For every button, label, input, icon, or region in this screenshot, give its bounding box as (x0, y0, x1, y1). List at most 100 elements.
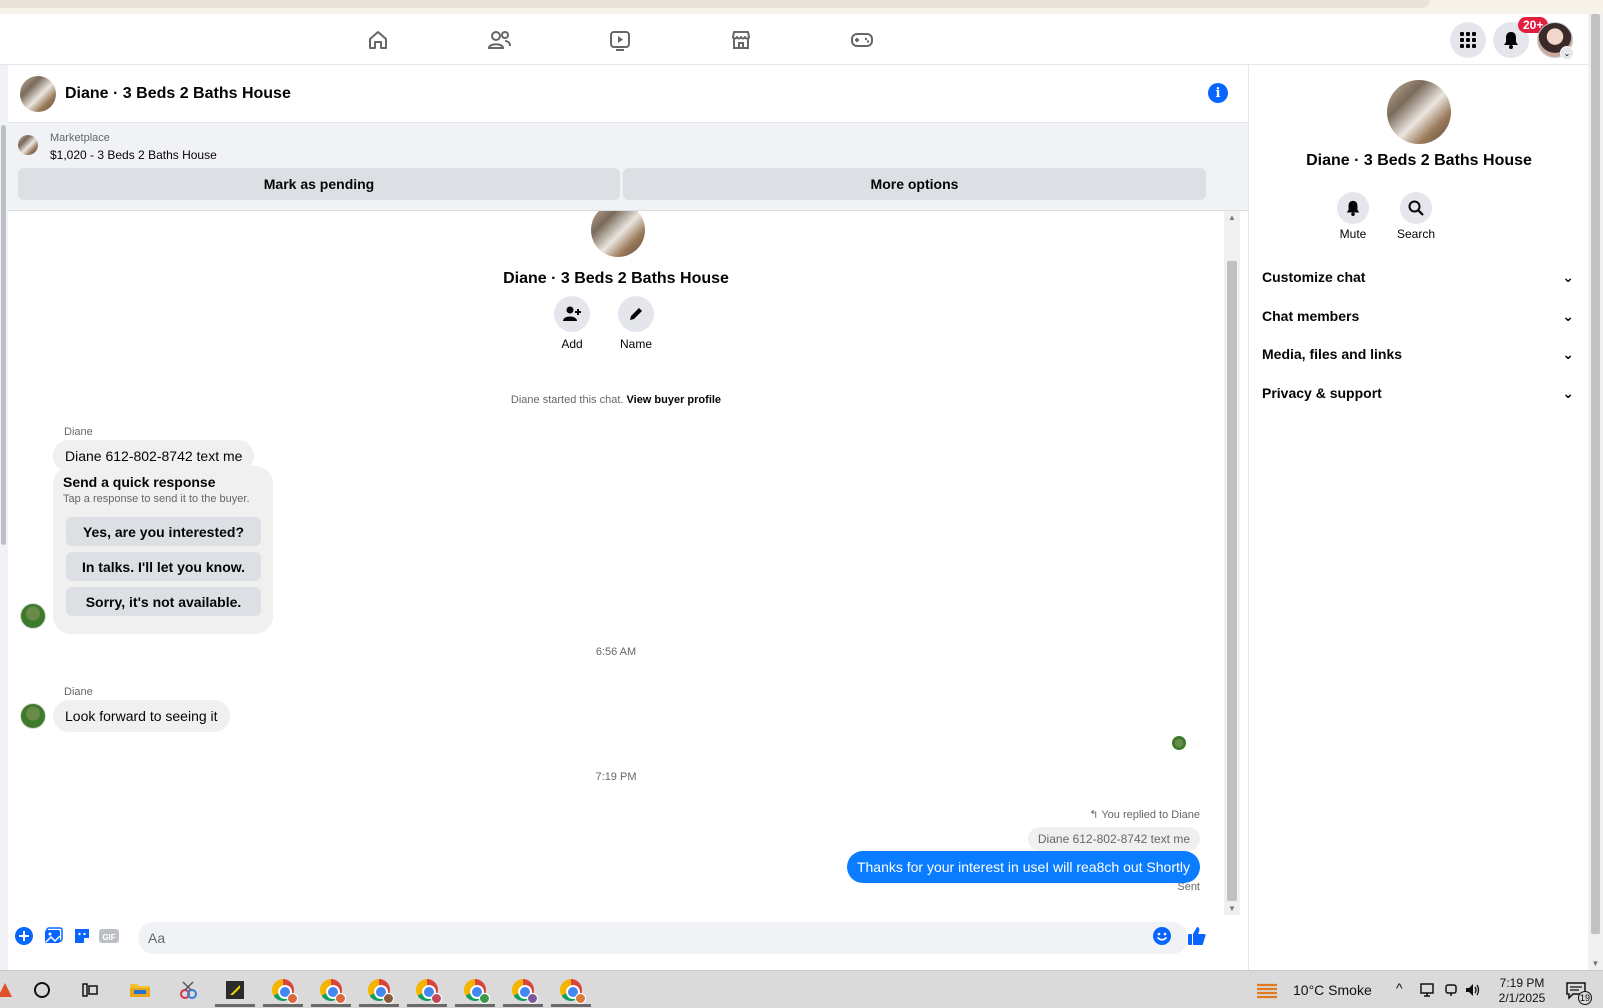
gaming-icon[interactable] (848, 26, 876, 54)
chat-title[interactable]: Diane · 3 Beds 2 Baths House (65, 85, 291, 103)
mute-button[interactable] (1337, 192, 1369, 224)
friends-icon[interactable] (485, 26, 513, 54)
like-icon[interactable] (1186, 925, 1208, 947)
emoji-icon[interactable] (1151, 925, 1173, 947)
more-options-button[interactable]: More options (623, 168, 1206, 200)
add-label: Add (561, 337, 583, 351)
home-icon[interactable] (364, 26, 392, 54)
sender-avatar[interactable] (20, 603, 46, 629)
bell-icon (1346, 200, 1360, 216)
chat-details-panel: Diane · 3 Beds 2 Baths House Mute Search… (1248, 65, 1588, 970)
scroll-down-arrow[interactable]: ▼ (1224, 904, 1240, 913)
start-icon[interactable] (0, 975, 20, 1005)
info-icon[interactable]: i (1208, 83, 1228, 103)
quick-response-subtitle: Tap a response to send it to the buyer. (63, 493, 250, 505)
chrome-icon[interactable] (503, 975, 543, 1007)
video-icon[interactable] (606, 26, 634, 54)
chat-avatar[interactable] (20, 76, 56, 112)
action-center-icon[interactable]: 19 (1556, 975, 1596, 1005)
chrome-icon[interactable] (407, 975, 447, 1007)
page-scrollbar-thumb[interactable] (1591, 14, 1600, 934)
add-people-button[interactable] (554, 296, 590, 332)
svg-text:GIF: GIF (102, 933, 115, 942)
sticker-icon[interactable] (71, 925, 93, 947)
left-scrollbar[interactable] (0, 65, 8, 970)
conversation-title: Diane · 3 Beds 2 Baths House (503, 270, 729, 287)
message-bubble[interactable]: Look forward to seeing it (53, 700, 230, 732)
left-scrollbar-thumb[interactable] (1, 125, 6, 545)
sender-avatar[interactable] (20, 703, 46, 729)
weather-icon[interactable] (1252, 975, 1282, 1005)
menu-grid-button[interactable] (1450, 22, 1486, 58)
quick-response-option[interactable]: In talks. I'll let you know. (66, 552, 261, 581)
details-avatar[interactable] (1387, 80, 1451, 144)
chat-members-section[interactable]: Chat members ⌄ (1262, 304, 1574, 328)
section-label: Chat members (1262, 308, 1360, 324)
privacy-support-section[interactable]: Privacy & support ⌄ (1262, 381, 1574, 405)
reply-quote[interactable]: Diane 612-802-8742 text me (1027, 827, 1200, 851)
quick-response-option[interactable]: Yes, are you interested? (66, 517, 261, 546)
sent-status: Sent (1177, 881, 1200, 893)
top-navigation: 20+ ⌄ (0, 14, 1588, 65)
quick-response-option[interactable]: Sorry, it's not available. (66, 587, 261, 616)
photo-icon[interactable] (42, 925, 64, 947)
browser-bar (0, 0, 1430, 8)
marketplace-label: Marketplace (50, 132, 110, 144)
task-view-icon[interactable] (70, 975, 110, 1005)
chrome-icon[interactable] (551, 975, 591, 1007)
chevron-down-icon: ⌄ (1562, 384, 1574, 401)
section-label: Media, files and links (1262, 346, 1403, 362)
my-message-bubble[interactable]: Thanks for your interest in useI will re… (846, 851, 1200, 883)
listing-title[interactable]: $1,020 - 3 Beds 2 Baths House (50, 148, 217, 162)
quick-response-card: Send a quick response Tap a response to … (53, 466, 273, 634)
grid-icon (1460, 32, 1476, 48)
customize-chat-section[interactable]: Customize chat ⌄ (1262, 265, 1574, 289)
search-button[interactable] (1400, 192, 1432, 224)
timestamp: 7:19 PM (595, 771, 637, 783)
gif-icon[interactable]: GIF (98, 925, 120, 947)
chrome-icon[interactable] (455, 975, 495, 1007)
weather-text[interactable]: 10°C Smoke (1293, 982, 1372, 998)
message-scrollbar[interactable]: ▲ ▼ (1224, 211, 1240, 915)
sticky-notes-icon[interactable] (215, 975, 255, 1007)
message-input[interactable] (138, 922, 1188, 954)
chevron-down-icon: ⌄ (1562, 307, 1574, 324)
windows-taskbar: 10°C Smoke ^ 7:19 PM 2/1/2025 19 (0, 970, 1603, 1008)
edit-name-button[interactable] (618, 296, 654, 332)
chrome-icon[interactable] (359, 975, 399, 1007)
media-files-section[interactable]: Media, files and links ⌄ (1262, 342, 1574, 366)
file-explorer-icon[interactable] (120, 975, 160, 1005)
clock-time: 7:19 PM (1499, 976, 1545, 990)
chrome-icon[interactable] (263, 975, 303, 1007)
system-clock[interactable]: 7:19 PM 2/1/2025 (1492, 976, 1552, 1006)
page-scrollbar[interactable]: ▼ (1588, 14, 1603, 970)
chat-started-text: Diane started this chat. (510, 394, 624, 406)
search-icon (1408, 200, 1424, 216)
cortana-icon[interactable] (22, 975, 62, 1005)
plus-icon[interactable] (13, 925, 35, 947)
conversation-avatar (591, 211, 645, 257)
notification-count: 19 (1578, 991, 1592, 1005)
bell-icon (1504, 32, 1518, 49)
marketplace-icon[interactable] (727, 26, 755, 54)
listing-thumbnail[interactable] (18, 135, 38, 155)
scroll-down-arrow[interactable]: ▼ (1588, 959, 1603, 968)
snipping-tool-icon[interactable] (168, 975, 208, 1005)
name-label: Name (619, 337, 652, 351)
sender-name: Diane (64, 426, 93, 438)
chevron-down-icon: ⌄ (1562, 268, 1574, 285)
message-scrollbar-thumb[interactable] (1227, 261, 1237, 901)
mark-pending-button[interactable]: Mark as pending (18, 168, 620, 200)
chrome-icon[interactable] (311, 975, 351, 1007)
read-receipt-avatar (1172, 736, 1186, 750)
volume-icon[interactable] (1458, 975, 1488, 1005)
pencil-icon (630, 308, 642, 320)
chat-header: Diane · 3 Beds 2 Baths House i (8, 65, 1248, 123)
chevron-down-icon[interactable]: ⌄ (1560, 46, 1574, 60)
section-label: Privacy & support (1262, 385, 1382, 401)
chevron-up-icon[interactable]: ^ (1396, 980, 1403, 996)
timestamp: 6:56 AM (595, 646, 637, 658)
scroll-up-arrow[interactable]: ▲ (1224, 213, 1240, 222)
view-buyer-profile-link[interactable]: View buyer profile (627, 394, 722, 406)
message-list: Diane · 3 Beds 2 Baths House Add Name Di… (8, 211, 1224, 915)
